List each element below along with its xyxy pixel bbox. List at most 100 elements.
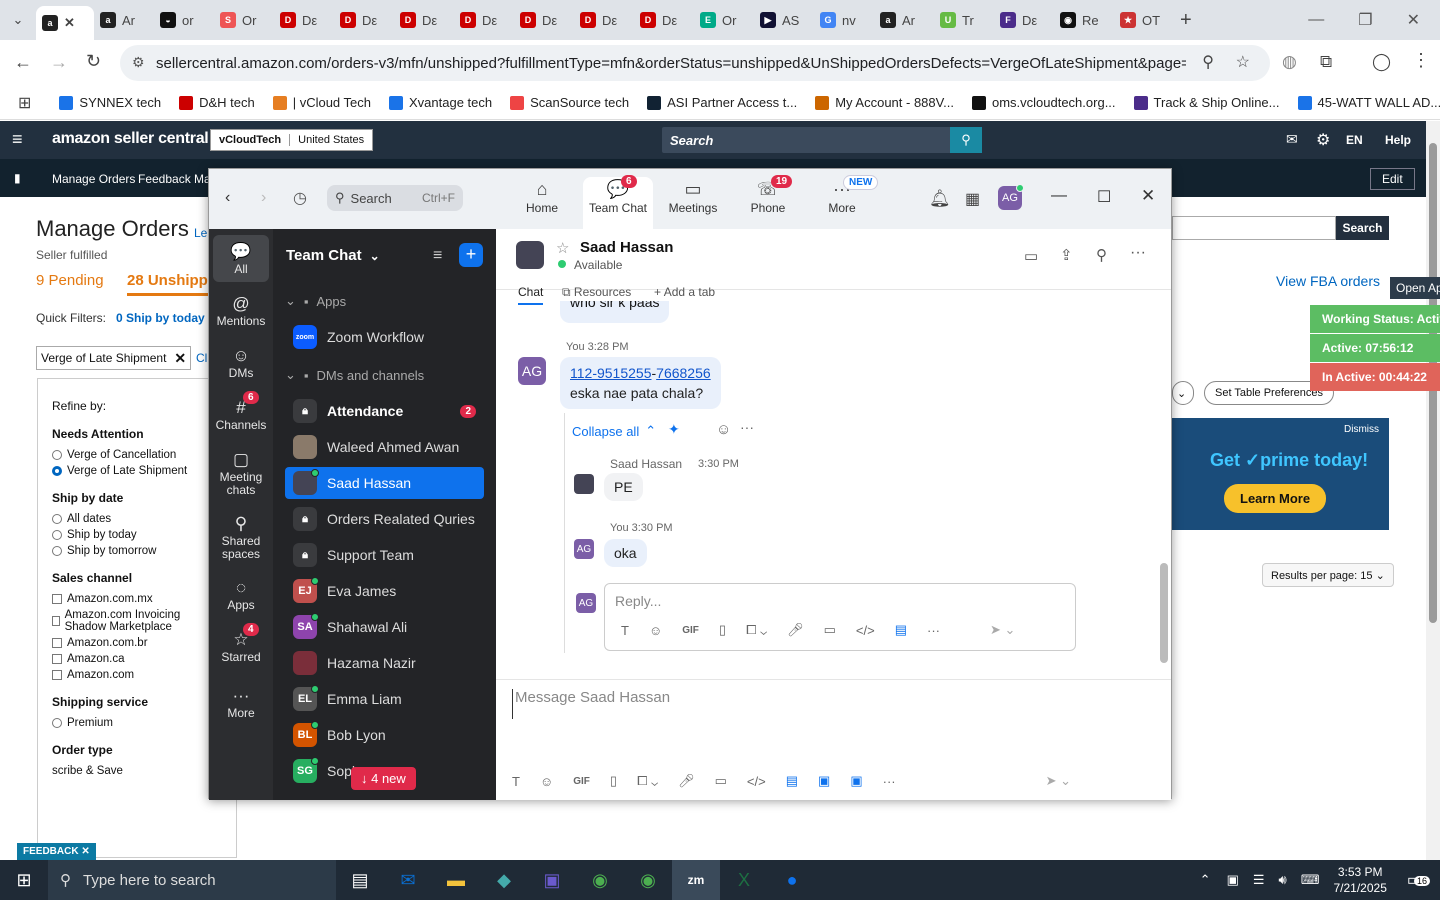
chat-list-item[interactable]: Waleed Ahmed Awan (285, 431, 484, 463)
menu-icon[interactable]: ⋮ (1412, 50, 1430, 71)
dismiss-ad-link[interactable]: Dismiss (1344, 424, 1379, 435)
close-tab-icon[interactable]: ✕ (64, 15, 75, 31)
filter-icon[interactable]: ≡ (433, 247, 442, 265)
learn-more-link[interactable]: Le (194, 226, 207, 240)
section-apps[interactable]: ⌄ ▪ Apps (285, 293, 346, 309)
seller-central-logo[interactable]: amazon seller central (52, 130, 209, 148)
reply-bubble[interactable]: PE (604, 473, 643, 501)
browser-tab[interactable]: D Dε (334, 4, 394, 36)
bookmark-item[interactable]: SYNNEX tech (59, 95, 161, 110)
bookmark-item[interactable]: 45-WATT WALL AD... (1297, 95, 1440, 110)
chat-list-item[interactable]: 🔒︎ Attendance 2 (285, 395, 484, 427)
refine-option[interactable]: Amazon.com (52, 669, 222, 681)
radio-button[interactable] (52, 514, 62, 524)
more-options-icon[interactable]: ··· (1130, 244, 1146, 262)
send-icon[interactable]: ➤ ⌄ (1046, 773, 1071, 789)
rail-starred[interactable]: ☆ 4 Starred (209, 623, 273, 664)
chrome-icon[interactable]: ◉ (576, 860, 624, 900)
app-icon[interactable]: ▤ (895, 622, 907, 638)
bookmark-icon[interactable]: ▮ (14, 171, 21, 185)
extensions-icon[interactable]: ⧉ (1320, 52, 1332, 72)
zoom-profile-avatar[interactable]: AG (998, 184, 1024, 210)
chat-list-item[interactable]: EL Emma Liam (285, 683, 484, 715)
bookmark-star-icon[interactable]: ☆ (1236, 52, 1250, 72)
order-link-1[interactable]: 112-9515255 (570, 365, 651, 381)
prime-ad-banner[interactable]: Dismiss Get ✓prime today! Learn More (1172, 418, 1389, 530)
zoom-icon[interactable]: ⚲ (1202, 52, 1214, 72)
restore-icon[interactable]: ❐ (1358, 10, 1372, 30)
browser-tab[interactable]: D Dε (574, 4, 634, 36)
more-icon[interactable]: ··· (883, 774, 896, 789)
url-bar[interactable]: ⚙ sellercentral.amazon.com/orders-v3/mfn… (120, 45, 1270, 81)
rail-apps[interactable]: ◌ Apps (209, 571, 273, 612)
zoom-nav-phone[interactable]: ☏ 19 Phone (733, 175, 803, 215)
order-search-input[interactable] (1172, 216, 1336, 240)
volume-icon[interactable]: 🔊︎ (1279, 872, 1287, 888)
apps-grid-icon[interactable]: ⊞ (18, 93, 31, 113)
reply-avatar[interactable] (574, 474, 594, 494)
page-scrollbar[interactable] (1426, 121, 1440, 861)
format-text-icon[interactable]: T (512, 774, 520, 789)
minimize-icon[interactable]: — (1308, 11, 1324, 29)
teams-icon[interactable]: ▣ (528, 860, 576, 900)
refine-option[interactable]: Ship by today (52, 529, 222, 541)
chevron-up-icon[interactable]: ⌃ (1200, 872, 1211, 888)
clear-filters-link[interactable]: Cl (196, 351, 207, 365)
back-icon[interactable]: ‹ (225, 189, 230, 207)
emoji-icon[interactable]: ☺ (540, 774, 553, 789)
bookmark-item[interactable]: ASI Partner Access t... (647, 95, 797, 110)
browser-tab[interactable]: a Ar (94, 4, 154, 36)
reply-bubble[interactable]: oka (604, 539, 647, 567)
notifications-icon[interactable]: ▭16 (1407, 870, 1430, 890)
mail-icon[interactable]: ✉ (1286, 131, 1298, 148)
app-icon[interactable]: ▤ (786, 773, 798, 789)
store-selector[interactable]: vCloudTech United States (210, 129, 374, 151)
my-avatar[interactable]: AG (518, 357, 546, 385)
zoom-nav-team-chat[interactable]: 💬 6 Team Chat (583, 175, 653, 229)
hamburger-menu-icon[interactable]: ≡ (12, 129, 23, 150)
send-icon[interactable]: ➤ ⌄ (990, 622, 1015, 638)
chat-list-item[interactable]: 🔒︎ Orders Realated Quries (285, 503, 484, 535)
search-icon[interactable]: ⚲ (1096, 246, 1107, 264)
microphone-icon[interactable]: 🎤︎ (678, 773, 695, 789)
results-per-page-select[interactable]: Results per page: 15 ⌄ (1262, 563, 1394, 587)
bookmark-item[interactable]: Track & Ship Online... (1133, 95, 1280, 110)
refine-option[interactable]: Amazon.com.br (52, 637, 222, 649)
emoji-react-icon[interactable]: ☺ (716, 421, 731, 438)
refine-option[interactable]: All dates (52, 513, 222, 525)
radio-button[interactable] (52, 466, 62, 476)
browser-tab[interactable]: D Dε (454, 4, 514, 36)
more-actions-icon[interactable]: ··· (740, 419, 754, 435)
tab-add[interactable]: + Add a tab (654, 285, 715, 299)
radio-button[interactable] (52, 546, 62, 556)
zoom-nav-more[interactable]: ··· NEW More (807, 175, 879, 215)
language-icon[interactable]: ⌨ (1301, 872, 1320, 888)
star-icon[interactable]: ☆ (556, 239, 569, 257)
app-icon[interactable]: ● (768, 860, 816, 900)
tab-resources[interactable]: ⧉ Resources (562, 285, 631, 300)
chat-list-item[interactable]: Hazama Nazir (285, 647, 484, 679)
file-explorer-icon[interactable]: ▬ (432, 860, 480, 900)
checkbox[interactable] (52, 670, 62, 680)
app-icon-3[interactable]: ▣ (850, 773, 862, 789)
bookmark-item[interactable]: Xvantage tech (389, 95, 492, 110)
refine-option[interactable]: Verge of Late Shipment (52, 465, 222, 477)
message-bubble[interactable]: 112-9515255-7668256 eska nae pata chala? (560, 357, 721, 409)
wifi-icon[interactable]: ☰ (1253, 872, 1265, 888)
outlook-icon[interactable]: ✉ (384, 860, 432, 900)
code-icon[interactable]: </> (747, 774, 766, 789)
close-icon[interactable]: ✕ (174, 350, 186, 367)
new-chat-plus-icon[interactable]: + (459, 243, 483, 267)
unshipped-tab[interactable]: 28 Unshippe (127, 272, 217, 296)
close-window-icon[interactable]: ✕ (1407, 10, 1420, 30)
refine-option[interactable]: Amazon.com.mx (52, 593, 222, 605)
order-link-2[interactable]: 7668256 (656, 365, 711, 381)
help-link[interactable]: Help (1385, 133, 1411, 147)
nav-feedback-manager[interactable]: Feedback Man (138, 172, 217, 186)
browser-tab[interactable]: D Dε (514, 4, 574, 36)
video-call-icon[interactable]: ▭ (1024, 247, 1038, 265)
chat-list-item[interactable]: zoom Zoom Workflow (285, 321, 484, 353)
radio-button[interactable] (52, 450, 62, 460)
section-dms[interactable]: ⌄ ▪ DMs and channels (285, 367, 424, 383)
browser-tab[interactable]: Gnv (814, 4, 874, 36)
